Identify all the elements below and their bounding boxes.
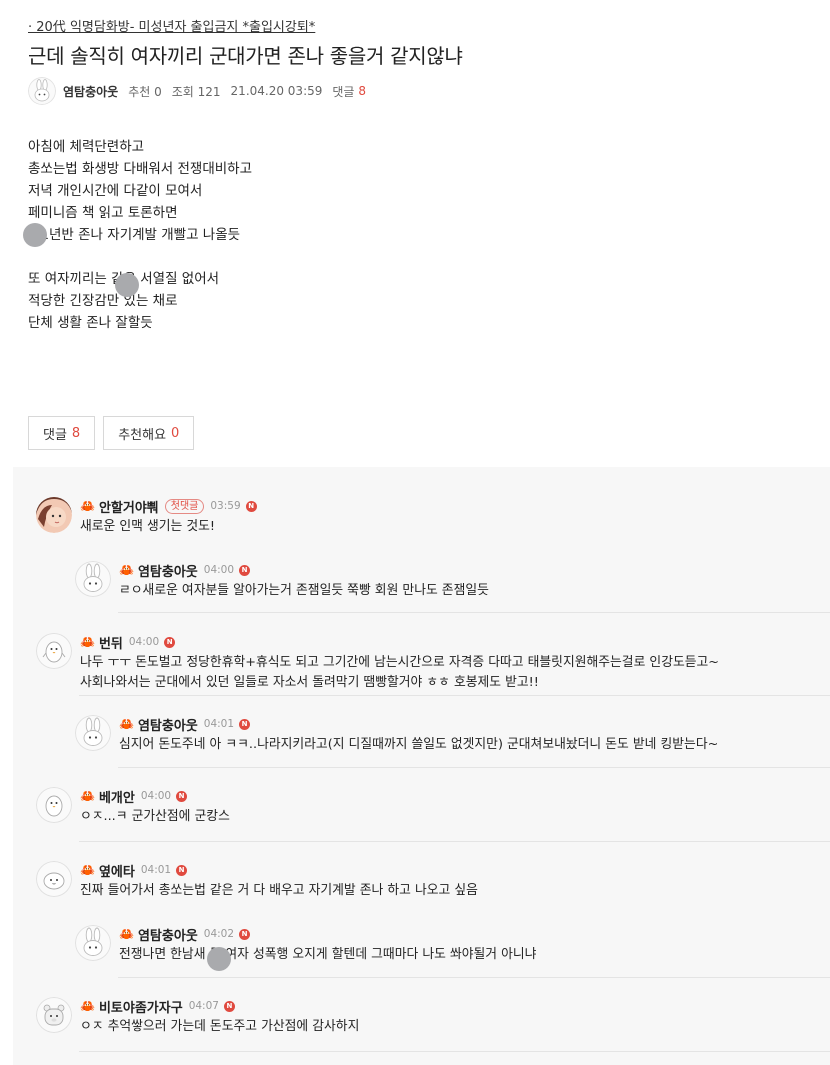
comment-time: 04:07 — [188, 1000, 219, 1012]
comment-nick[interactable]: 염탐충아웃 — [138, 925, 198, 944]
comment-nick[interactable]: 베개안 — [99, 787, 135, 806]
comment-header: 🦀 베개안 04:00 N — [80, 787, 188, 806]
crab-icon: 🦀 — [80, 789, 95, 803]
new-badge-icon: N — [176, 790, 188, 802]
bear-avatar-icon — [36, 997, 72, 1033]
post-actions: 댓글 8 추천해요 0 — [28, 416, 202, 450]
comment-header: 🦀 번뒤 04:00 N — [80, 633, 176, 652]
penguin-avatar-icon — [36, 787, 72, 823]
body-line: 단체 생활 존나 잘할듯 — [28, 315, 153, 331]
crab-icon: 🦀 — [119, 717, 134, 731]
reply-button-label: 댓글 — [43, 427, 67, 443]
comment-nick[interactable]: 옆에타 — [99, 861, 135, 880]
comment-time: 04:00 — [203, 564, 235, 576]
comment-text: 전쟁나면 한남새 들 여자 성폭행 오지게 할텐데 그때마다 나도 쏴야될거 아… — [119, 947, 537, 962]
comment-text: ㅇㅈ...ㅋ 군가산점에 군캉스 — [80, 809, 230, 824]
redaction-dot — [207, 947, 231, 971]
body-line: 적당한 긴장감만 있는 채로 — [28, 293, 178, 309]
recommend-button-count: 0 — [171, 425, 180, 441]
crab-icon: 🦀 — [80, 863, 95, 877]
comment-nick[interactable]: 염탐충아웃 — [138, 715, 198, 734]
comment-text: ㅇㅈ 추억쌓으러 가는데 돈도주고 가산점에 감사하지 — [80, 1019, 360, 1034]
comment-time: 04:01 — [203, 718, 235, 730]
redaction-dot — [115, 273, 139, 297]
crab-icon: 🦀 — [119, 927, 134, 941]
rabbit-icon — [28, 77, 56, 105]
comment-time: 04:00 — [140, 790, 172, 802]
body-line: 또 여자끼리는 같은 서열질 없어서 — [28, 271, 220, 287]
comment-divider — [79, 1051, 830, 1052]
comment-time: 04:00 — [128, 636, 160, 648]
rabbit-avatar-icon — [75, 561, 111, 597]
first-comment-badge: 첫댓글 — [164, 498, 205, 514]
comment-header: 🦀 염탐충아웃 04:00 N — [119, 561, 251, 580]
body-line: 저녁 개인시간에 다같이 모여서 — [28, 183, 203, 199]
post-body: 아침에 체력단련하고 총쏘는법 화생방 다배워서 전쟁대비하고 저녁 개인시간에… — [28, 136, 252, 334]
post-reply-count: 8 — [358, 84, 366, 98]
comment-text: 새로운 인맥 생기는 것도! — [80, 519, 216, 534]
body-line: ㅋ1년반 존나 자기계발 개빨고 나올듯 — [28, 227, 241, 243]
penguin-avatar-icon — [36, 633, 72, 669]
crab-icon: 🦀 — [80, 999, 95, 1013]
new-badge-icon: N — [239, 718, 251, 730]
comment-divider — [118, 977, 830, 978]
new-badge-icon: N — [164, 636, 176, 648]
recommend-button-label: 추천해요 — [118, 427, 167, 443]
reply-button-count: 8 — [71, 425, 81, 441]
comment-header: 🦀 염탐충아웃 04:01 N — [119, 715, 251, 734]
comment-nick[interactable]: 번뒤 — [99, 633, 123, 652]
new-badge-icon: N — [239, 564, 251, 576]
new-badge-icon: N — [239, 928, 251, 940]
new-badge-icon: N — [245, 500, 257, 512]
rabbit-avatar-icon — [75, 715, 111, 751]
comment-header: 🦀 염탐충아웃 04:02 N — [119, 925, 251, 944]
post-recommend: 추천 0 — [128, 84, 162, 99]
post-author[interactable]: 염탐충아웃 — [63, 83, 118, 100]
new-badge-icon: N — [176, 864, 188, 876]
board-link[interactable]: · 20代 익명담화방- 미성년자 출입금지 *출입시강퇴* — [28, 16, 315, 35]
comment-nick[interactable]: 비토야좀가자구 — [99, 997, 183, 1016]
comment-header: 🦀 안할거야뿨 첫댓글 03:59 N — [80, 497, 257, 516]
recommend-button[interactable]: 추천해요 0 — [103, 416, 195, 450]
body-line: 아침에 체력단련하고 — [28, 139, 145, 155]
comment-time: 04:02 — [203, 928, 235, 940]
post-views: 조회 121 — [171, 84, 221, 99]
comment-text: 심지어 돈도주네 아 ㅋㅋ..나라지키라고(지 디질때까지 쓸일도 없겟지만) … — [119, 737, 719, 752]
crab-icon: 🦀 — [119, 563, 134, 577]
comment-text: 나두 ㅜㅜ 돈도벌고 정당한휴학+휴식도 되고 그기간에 남는시간으로 자격증 … — [80, 653, 719, 693]
comment-line: 사회나와서는 군대에서 있던 일들로 자소서 돌려막기 땜빵할거야 ㅎㅎ 호봉제… — [80, 675, 539, 690]
comment-nick[interactable]: 염탐충아웃 — [138, 561, 198, 580]
comment-section: 🦀 안할거야뿨 첫댓글 03:59 N 새로운 인맥 생기는 것도! 🦀 염탐충… — [13, 467, 830, 1065]
comment-divider — [79, 695, 830, 696]
photo-avatar-icon — [36, 497, 72, 533]
post-datetime: 21.04.20 03:59 — [230, 84, 323, 98]
body-line: 총쏘는법 화생방 다배워서 전쟁대비하고 — [28, 161, 253, 177]
crab-icon: 🦀 — [80, 499, 95, 513]
rabbit-avatar-icon — [75, 925, 111, 961]
body-line: 페미니즘 책 읽고 토론하면 — [28, 205, 178, 221]
post-title: 근데 솔직히 여자끼리 군대가면 존나 좋을거 같지않냐 — [28, 44, 463, 68]
comment-divider — [79, 841, 830, 842]
comment-divider — [118, 612, 830, 613]
comment-header: 🦀 옆에타 04:01 N — [80, 861, 188, 880]
redaction-dot — [23, 223, 47, 247]
crab-icon: 🦀 — [80, 635, 95, 649]
comment-time: 04:01 — [140, 864, 172, 876]
comment-text: ㄹㅇ새로운 여자분들 알아가는거 존잼일듯 쭉빵 회원 만나도 존잼일듯 — [119, 583, 489, 598]
body-gap — [28, 246, 252, 268]
reply-button[interactable]: 댓글 8 — [28, 416, 96, 450]
comment-text: 진짜 들어가서 총쏘는법 같은 거 다 배우고 자기계발 존나 하고 나오고 싶… — [80, 883, 478, 898]
post-reply-label: 댓글 — [332, 84, 355, 99]
comment-time: 03:59 — [210, 500, 241, 512]
comment-line: 나두 ㅜㅜ 돈도벌고 정당한휴학+휴식도 되고 그기간에 남는시간으로 자격증 … — [80, 655, 720, 670]
comment-nick[interactable]: 안할거야뿨 — [99, 497, 159, 516]
new-badge-icon: N — [223, 1000, 235, 1012]
comment-header: 🦀 비토야좀가자구 04:07 N — [80, 997, 235, 1016]
post-meta: 염탐충아웃 추천 0 조회 121 21.04.20 03:59 댓글 8 — [28, 76, 366, 106]
blob-avatar-icon — [36, 861, 72, 897]
comment-divider — [118, 767, 830, 768]
